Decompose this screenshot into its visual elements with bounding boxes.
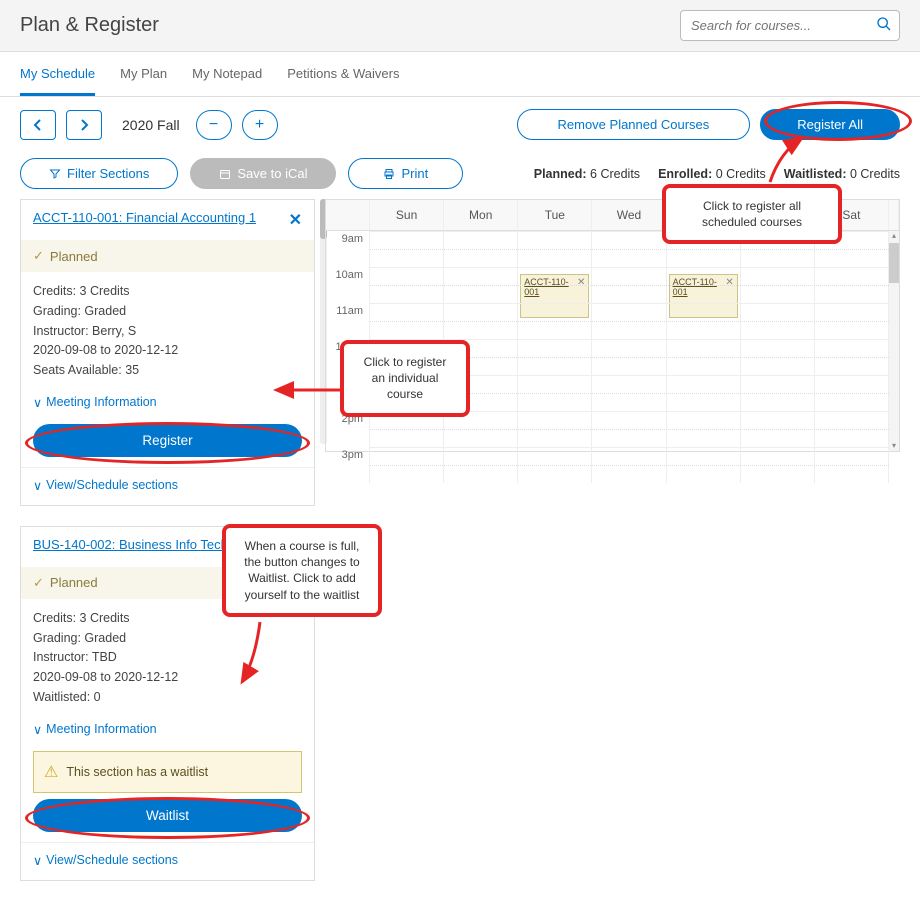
waitlist-warning: ⚠This section has a waitlist: [33, 751, 302, 793]
time-label: 9am: [326, 231, 369, 267]
scroll-down-icon[interactable]: ▾: [889, 441, 899, 451]
course-link[interactable]: ACCT-110-001: Financial Accounting 1: [33, 210, 256, 225]
status-badge: ✓Planned: [21, 567, 314, 599]
close-icon[interactable]: ✕: [725, 277, 733, 288]
time-label: 10am: [326, 267, 369, 303]
next-term-button[interactable]: [66, 110, 102, 140]
close-icon[interactable]: ✕: [289, 210, 302, 230]
time-label: 2pm: [326, 411, 369, 447]
day-header: Wed: [592, 200, 666, 230]
credits-summary: Planned: 6 Credits Enrolled: 0 Credits W…: [534, 167, 900, 181]
calendar-event[interactable]: ✕ACCT-110-001: [669, 274, 738, 318]
print-button[interactable]: Print: [348, 158, 463, 189]
print-icon: [383, 168, 395, 180]
tab-my-notepad[interactable]: My Notepad: [192, 52, 262, 96]
tab-my-plan[interactable]: My Plan: [120, 52, 167, 96]
calendar-icon: [219, 168, 231, 180]
time-label: 11am: [326, 303, 369, 339]
course-details: Credits: 3 Credits Grading: Graded Instr…: [21, 599, 314, 718]
chevron-down-icon: ∨: [33, 395, 42, 410]
ical-label: Save to iCal: [237, 166, 307, 181]
scroll-up-icon[interactable]: ▴: [889, 231, 899, 241]
day-header: Sat: [815, 200, 889, 230]
tab-my-schedule[interactable]: My Schedule: [20, 52, 95, 96]
course-details: Credits: 3 Credits Grading: Graded Instr…: [21, 272, 314, 391]
status-badge: ✓Planned: [21, 240, 314, 272]
print-label: Print: [401, 166, 428, 181]
register-all-label: Register All: [797, 117, 863, 132]
remove-planned-button[interactable]: Remove Planned Courses: [517, 109, 751, 140]
add-term-button[interactable]: +: [242, 110, 278, 140]
calendar-scrollbar[interactable]: ▴ ▾: [889, 231, 899, 451]
search-icon[interactable]: [876, 16, 892, 35]
filter-sections-button[interactable]: Filter Sections: [20, 158, 178, 189]
check-icon: ✓: [33, 248, 44, 264]
day-header: Mon: [444, 200, 518, 230]
calendar-event[interactable]: ✕ACCT-110-001: [520, 274, 589, 318]
view-sections-link[interactable]: ∨View/Schedule sections: [21, 467, 314, 505]
register-all-button[interactable]: Register All: [760, 109, 900, 140]
calendar: Sun Mon Tue Wed Thu Fri Sat 9am10am11am1…: [325, 199, 900, 452]
time-label: 1pm: [326, 375, 369, 411]
tab-petitions-waivers[interactable]: Petitions & Waivers: [287, 52, 399, 96]
course-card: ACCT-110-001: Financial Accounting 1 ✕ ✓…: [20, 199, 315, 506]
page-title: Plan & Register: [20, 14, 159, 37]
day-header: Thu: [667, 200, 741, 230]
filter-icon: [49, 168, 61, 180]
warning-icon: ⚠: [44, 762, 58, 782]
waitlist-button[interactable]: Waitlist: [33, 799, 302, 832]
meeting-info-toggle[interactable]: ∨Meeting Information: [21, 391, 314, 418]
remove-term-button[interactable]: −: [196, 110, 232, 140]
register-button[interactable]: Register: [33, 424, 302, 457]
check-icon: ✓: [33, 575, 44, 591]
view-sections-link[interactable]: ∨View/Schedule sections: [21, 842, 314, 880]
close-icon[interactable]: ✕: [577, 277, 585, 288]
time-label: 3pm: [326, 447, 369, 483]
day-header: Sun: [370, 200, 444, 230]
meeting-info-toggle[interactable]: ∨Meeting Information: [21, 718, 314, 745]
day-header: Tue: [518, 200, 592, 230]
chevron-down-icon: ∨: [33, 478, 42, 493]
term-label: 2020 Fall: [122, 117, 180, 133]
search-box: [680, 10, 900, 41]
close-icon[interactable]: ✕: [289, 537, 302, 557]
course-card: BUS-140-002: Business Info Technology ✕ …: [20, 526, 315, 881]
time-label: 12pm: [326, 339, 369, 375]
chevron-down-icon: ∨: [33, 722, 42, 737]
course-link[interactable]: BUS-140-002: Business Info Technology: [33, 537, 266, 552]
chevron-down-icon: ∨: [33, 853, 42, 868]
prev-term-button[interactable]: [20, 110, 56, 140]
search-input[interactable]: [680, 10, 900, 41]
tab-bar: My Schedule My Plan My Notepad Petitions…: [0, 52, 920, 97]
filter-label: Filter Sections: [67, 166, 149, 181]
day-header: Fri: [741, 200, 815, 230]
save-ical-button[interactable]: Save to iCal: [190, 158, 336, 189]
